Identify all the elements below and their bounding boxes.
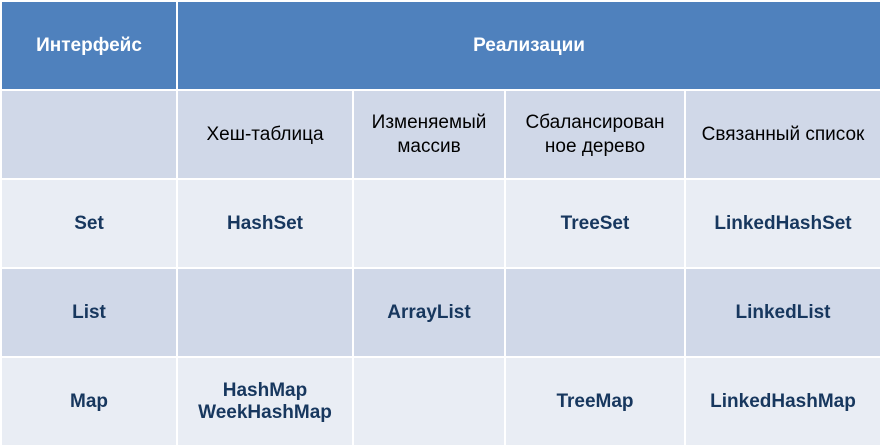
hash-table-cell: HashMap WeekHashMap (176, 356, 354, 447)
subheader-empty-cell (0, 89, 178, 180)
hash-table-line: WeekHashMap (198, 401, 332, 423)
interface-header: Интерфейс (0, 0, 178, 91)
subheader-linked-list-label: Связанный список (701, 123, 865, 145)
subheader-linked-list: Связанный список (683, 89, 880, 180)
subheader-hash-table-label: Хеш-таблица (206, 123, 324, 145)
implementations-header: Реализации (175, 0, 880, 91)
subheader-row: Хеш-таблица Изменяемый массив Сбалансиро… (0, 89, 880, 180)
subheader-resizable-array: Изменяемый массив (352, 89, 506, 180)
resizable-array-cell (352, 356, 506, 447)
balanced-tree-cell: TreeSet (504, 178, 686, 269)
table-row-set: Set HashSet TreeSet LinkedHashSet (0, 178, 880, 269)
subheader-balanced-tree: Сбалансирован ное дерево (504, 89, 686, 180)
table-row-list: List ArrayList LinkedList (0, 267, 880, 358)
linked-list-cell: LinkedHashSet (683, 178, 880, 269)
subheader-hash-table: Хеш-таблица (176, 89, 354, 180)
balanced-tree-cell (504, 267, 686, 358)
hash-table-cell: HashSet (176, 178, 354, 269)
interface-cell: Set (0, 178, 178, 269)
interface-cell: List (0, 267, 178, 358)
hash-table-cell (176, 267, 354, 358)
resizable-array-cell (352, 178, 506, 269)
linked-list-cell: LinkedHashMap (683, 356, 880, 447)
interface-cell: Map (0, 356, 178, 447)
subheader-resizable-array-label: Изменяемый массив (371, 111, 487, 157)
linked-list-cell: LinkedList (683, 267, 880, 358)
resizable-array-cell: ArrayList (352, 267, 506, 358)
subheader-balanced-tree-label: Сбалансирован ное дерево (525, 111, 665, 157)
hash-table-line: HashMap (222, 379, 308, 401)
table-row-map: Map HashMap WeekHashMap TreeMap LinkedHa… (0, 356, 880, 447)
header-row: Интерфейс Реализации (0, 0, 880, 91)
collections-table: Интерфейс Реализации Хеш-таблица Изменяе… (0, 0, 880, 447)
balanced-tree-cell: TreeMap (504, 356, 686, 447)
